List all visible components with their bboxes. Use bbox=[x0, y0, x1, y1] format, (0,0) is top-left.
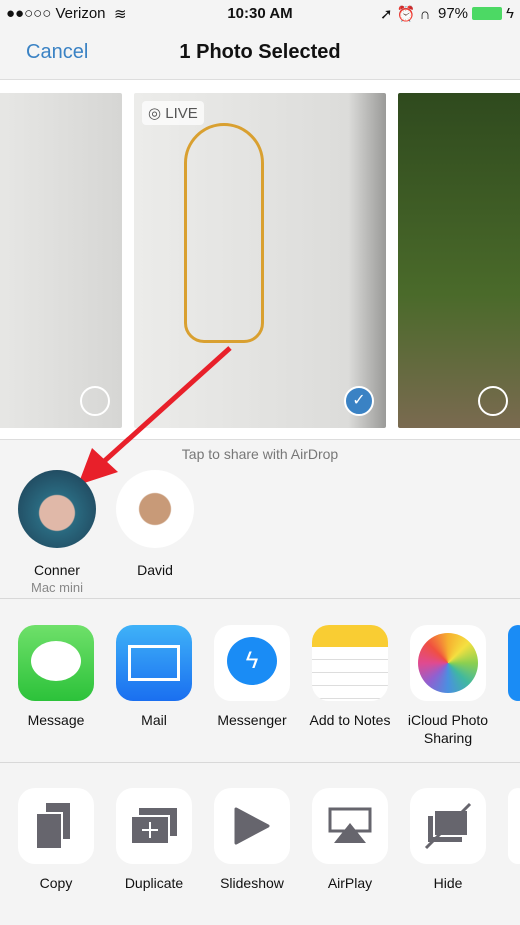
photos-icon bbox=[410, 625, 486, 701]
divider bbox=[0, 762, 520, 763]
red-arrow-annotation bbox=[78, 346, 232, 485]
location-icon: ➚ ⏰ ∩ bbox=[380, 6, 431, 23]
live-label: LIVE bbox=[165, 105, 198, 122]
action-label: Duplicate bbox=[124, 875, 184, 891]
airdrop-person-david[interactable]: David bbox=[115, 470, 195, 578]
message-icon bbox=[18, 625, 94, 701]
action-label: Hide bbox=[433, 875, 463, 891]
action-airplay[interactable]: AirPlay bbox=[305, 788, 395, 892]
action-copy[interactable]: Copy bbox=[11, 788, 101, 892]
photo-thumbnail[interactable] bbox=[398, 93, 520, 428]
status-bar: ●●○○○ Verizon ≋ 10:30 AM ➚ ⏰ ∩ 97% ϟ bbox=[0, 0, 520, 26]
duplicate-icon bbox=[116, 788, 192, 864]
app-label: Message bbox=[27, 712, 85, 728]
play-icon bbox=[214, 788, 290, 864]
action-duplicate[interactable]: Duplicate bbox=[109, 788, 199, 892]
app-partial[interactable] bbox=[508, 625, 520, 701]
airplay-icon bbox=[312, 788, 388, 864]
page-title: 1 Photo Selected bbox=[179, 41, 341, 63]
notes-icon bbox=[312, 625, 388, 701]
checkmark-icon[interactable]: ✓ bbox=[344, 386, 374, 416]
copy-icon bbox=[18, 788, 94, 864]
drawing bbox=[184, 123, 264, 343]
action-hide[interactable]: Hide bbox=[403, 788, 493, 892]
nav-bar: Cancel 1 Photo Selected bbox=[0, 26, 520, 80]
person-name: David bbox=[137, 562, 173, 578]
select-circle-icon[interactable] bbox=[478, 386, 508, 416]
action-label: AirPlay bbox=[327, 875, 373, 891]
app-label: Mail bbox=[141, 712, 167, 728]
app-icloud-photo-sharing[interactable]: iCloud Photo Sharing bbox=[403, 625, 493, 747]
person-device: Mac mini bbox=[30, 580, 83, 595]
battery-icon bbox=[472, 7, 502, 20]
app-label: iCloud Photo Sharing bbox=[407, 712, 489, 746]
person-name: Conner bbox=[34, 562, 80, 578]
avatar bbox=[116, 470, 194, 548]
action-partial[interactable] bbox=[508, 788, 520, 864]
app-label: Messenger bbox=[217, 712, 287, 728]
live-badge: ◎ LIVE bbox=[142, 101, 204, 125]
airdrop-person-conner[interactable]: Conner Mac mini bbox=[17, 470, 97, 595]
avatar bbox=[18, 470, 96, 548]
mail-icon bbox=[116, 625, 192, 701]
app-mail[interactable]: Mail bbox=[109, 625, 199, 729]
airdrop-label: Tap to share with AirDrop bbox=[181, 446, 339, 462]
messenger-icon: ϟ bbox=[214, 625, 290, 701]
app-label: Add to Notes bbox=[309, 712, 391, 728]
action-slideshow[interactable]: Slideshow bbox=[207, 788, 297, 892]
battery-percent: 97% bbox=[438, 5, 469, 22]
action-label: Copy bbox=[39, 875, 73, 891]
app-add-to-notes[interactable]: Add to Notes bbox=[305, 625, 395, 729]
charging-icon: ϟ bbox=[506, 5, 514, 22]
app-messenger[interactable]: ϟ Messenger bbox=[207, 625, 297, 729]
divider bbox=[0, 598, 520, 599]
app-message[interactable]: Message bbox=[11, 625, 101, 729]
action-label: Slideshow bbox=[220, 875, 284, 891]
hide-icon bbox=[410, 788, 486, 864]
